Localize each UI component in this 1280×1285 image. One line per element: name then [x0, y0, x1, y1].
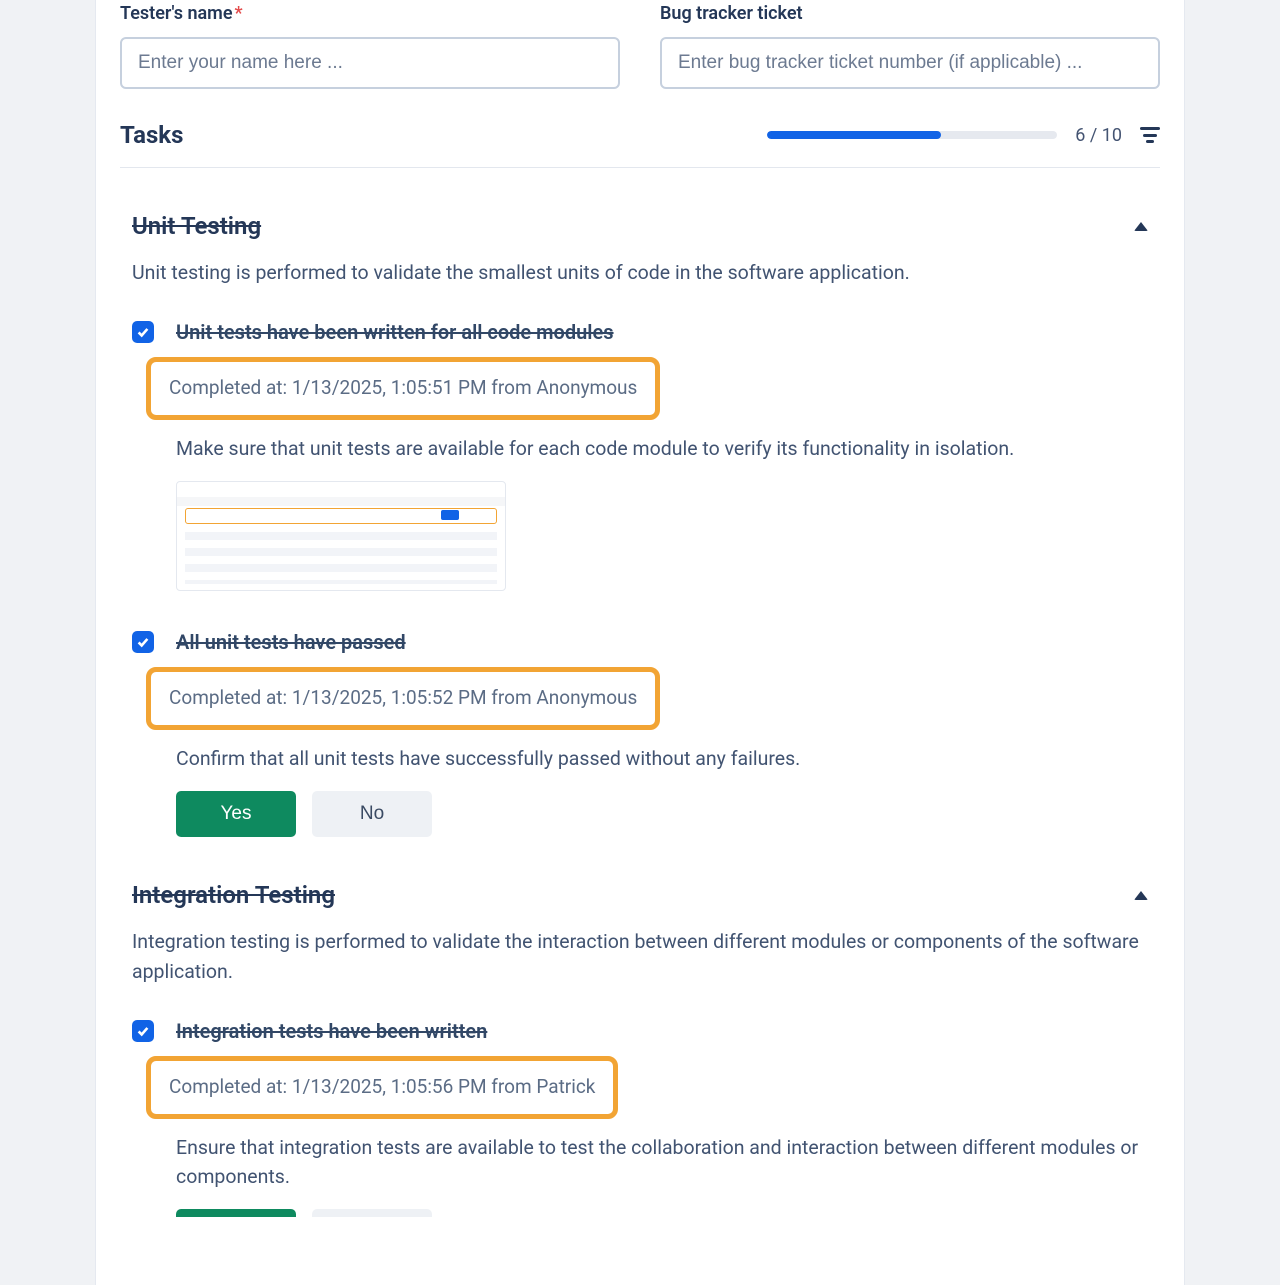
- task-description: Confirm that all unit tests have success…: [176, 744, 1148, 773]
- completion-highlight: Completed at: 1/13/2025, 1:05:56 PM from…: [146, 1056, 618, 1119]
- bug-ticket-label: Bug tracker ticket: [660, 0, 1160, 27]
- task-title: All unit tests have passed: [176, 627, 1148, 657]
- completion-highlight: Completed at: 1/13/2025, 1:05:52 PM from…: [146, 667, 660, 730]
- yes-button[interactable]: [176, 1209, 296, 1217]
- section-title: Integration Testing: [132, 877, 335, 913]
- section-header[interactable]: Integration Testing: [132, 877, 1148, 913]
- no-button[interactable]: No: [312, 791, 432, 837]
- chevron-up-icon: [1134, 891, 1148, 900]
- form-fields-row: Tester's name* Bug tracker ticket: [120, 0, 1160, 89]
- tester-name-label: Tester's name*: [120, 0, 620, 27]
- no-button[interactable]: [312, 1209, 432, 1217]
- completed-at-text: Completed at: 1/13/2025, 1:05:56 PM from…: [169, 1075, 595, 1098]
- tester-name-field-group: Tester's name*: [120, 0, 620, 89]
- tasks-title: Tasks: [120, 117, 183, 153]
- section-description: Unit testing is performed to validate th…: [132, 258, 1148, 287]
- tasks-progress-fill: [767, 131, 941, 139]
- task-item: Unit tests have been written for all cod…: [132, 317, 1148, 591]
- task-title: Integration tests have been written: [176, 1016, 1148, 1046]
- task-title: Unit tests have been written for all cod…: [176, 317, 1148, 347]
- task-checkbox[interactable]: [132, 321, 154, 343]
- bug-ticket-input[interactable]: [660, 37, 1160, 89]
- yes-no-buttons-partial: [176, 1209, 1148, 1217]
- task-item: Integration tests have been written Comp…: [132, 1016, 1148, 1217]
- task-body: Integration tests have been written Comp…: [176, 1016, 1148, 1217]
- chevron-up-icon: [1134, 222, 1148, 231]
- completed-at-text: Completed at: 1/13/2025, 1:05:51 PM from…: [169, 376, 637, 399]
- tester-name-input[interactable]: [120, 37, 620, 89]
- yes-no-buttons: Yes No: [176, 791, 1148, 837]
- tasks-progress-bar: [767, 131, 1057, 139]
- task-body: Unit tests have been written for all cod…: [176, 317, 1148, 591]
- completion-highlight: Completed at: 1/13/2025, 1:05:51 PM from…: [146, 357, 660, 420]
- task-description: Ensure that integration tests are availa…: [176, 1133, 1148, 1192]
- bug-ticket-field-group: Bug tracker ticket: [660, 0, 1160, 89]
- screenshot-thumbnail[interactable]: [176, 481, 506, 591]
- task-checkbox[interactable]: [132, 1020, 154, 1042]
- section-description: Integration testing is performed to vali…: [132, 927, 1148, 986]
- page-card: Tester's name* Bug tracker ticket Tasks …: [95, 0, 1185, 1285]
- task-checkbox[interactable]: [132, 631, 154, 653]
- yes-button[interactable]: Yes: [176, 791, 296, 837]
- section-integration-testing: Integration Testing Integration testing …: [132, 877, 1148, 1217]
- task-item: All unit tests have passed Completed at:…: [132, 627, 1148, 837]
- task-description: Make sure that unit tests are available …: [176, 434, 1148, 463]
- tasks-header: Tasks 6 / 10: [120, 117, 1160, 168]
- filter-icon[interactable]: [1140, 127, 1160, 143]
- section-unit-testing: Unit Testing Unit testing is performed t…: [132, 208, 1148, 837]
- tasks-progress-count: 6 / 10: [1075, 122, 1122, 149]
- section-title: Unit Testing: [132, 208, 261, 244]
- completed-at-text: Completed at: 1/13/2025, 1:05:52 PM from…: [169, 686, 637, 709]
- task-body: All unit tests have passed Completed at:…: [176, 627, 1148, 837]
- required-asterisk: *: [235, 3, 243, 24]
- label-text: Tester's name: [120, 3, 233, 24]
- section-header[interactable]: Unit Testing: [132, 208, 1148, 244]
